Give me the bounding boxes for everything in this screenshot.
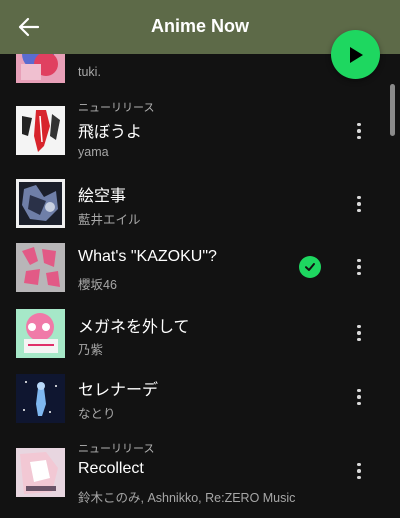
track-artist: tuki. [78,65,101,79]
track-row[interactable]: メガネを外して 乃紫 [0,308,386,372]
more-options-button[interactable] [350,321,368,345]
new-release-badge: ニューリリース [78,102,155,114]
track-title: 絵空事 [78,188,127,205]
track-row[interactable]: セレナーデ なとり [0,372,386,436]
check-circle-icon[interactable] [299,256,321,278]
track-list[interactable]: tuki. ニューリリース 飛ぼうよ yama 絵空事 藍井エイル What's… [0,0,400,518]
play-button[interactable] [331,30,380,79]
track-artist: 藍井エイル [78,213,141,227]
album-art [16,243,65,292]
track-artist: 櫻坂46 [78,278,117,292]
play-icon [349,46,363,63]
more-vertical-icon [357,258,361,263]
track-row[interactable]: 絵空事 藍井エイル [0,178,386,242]
track-title: セレナーデ [78,382,159,399]
album-art [16,309,65,358]
album-art [16,448,65,497]
more-vertical-icon [357,195,361,200]
more-vertical-icon [357,462,361,467]
more-options-button[interactable] [350,192,368,216]
scrollbar[interactable] [390,84,395,136]
more-vertical-icon [357,122,361,127]
more-options-button[interactable] [350,119,368,143]
track-artist: なとり [78,407,116,421]
track-row[interactable]: ニューリリース Recollect 鈴木このみ, Ashnikko, Re:ZE… [0,439,386,505]
album-art [16,374,65,423]
track-artist: 鈴木このみ, Ashnikko, Re:ZERO Music [78,491,296,505]
more-vertical-icon [357,388,361,393]
more-vertical-icon [357,324,361,329]
more-options-button[interactable] [350,385,368,409]
track-row[interactable]: What's "KAZOKU"? 櫻坂46 [0,243,386,307]
track-title: メガネを外して [78,319,190,336]
more-options-button[interactable] [350,255,368,279]
new-release-badge: ニューリリース [78,443,155,455]
track-artist: 乃紫 [78,343,104,357]
playlist-screen: tuki. ニューリリース 飛ぼうよ yama 絵空事 藍井エイル What's… [0,0,400,518]
track-title: What's "KAZOKU"? [78,248,217,265]
track-row[interactable]: ニューリリース 飛ぼうよ yama [0,98,386,162]
track-artist: yama [78,145,109,159]
track-title: 飛ぼうよ [78,124,143,141]
album-art [16,179,65,228]
album-art [16,106,65,155]
track-title: Recollect [78,460,144,477]
more-options-button[interactable] [350,459,368,483]
